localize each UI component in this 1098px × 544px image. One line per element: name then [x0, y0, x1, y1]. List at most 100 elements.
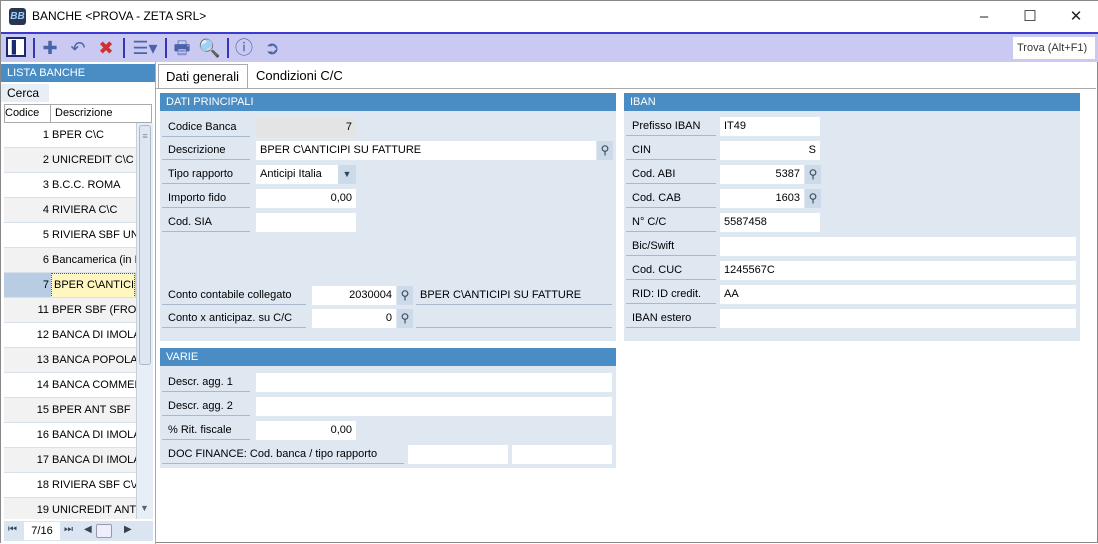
list-item[interactable]: 15 BPER ANT SBF — [4, 398, 136, 423]
conto_collegato-search-icon[interactable]: ⚲ — [397, 286, 413, 305]
rid-field[interactable]: AA — [720, 285, 1076, 304]
print-icon[interactable]: 🖶 — [171, 37, 193, 59]
delete-icon[interactable]: ✖ — [95, 37, 117, 59]
column-header-description[interactable]: Descrizione — [55, 105, 112, 122]
cod_sia-label: Cod. SIA — [162, 213, 250, 232]
list-item[interactable]: 6 Bancamerica (in I — [4, 248, 136, 273]
conto_anticipaz-description — [416, 309, 612, 328]
search-find-box[interactable]: Trova (Alt+F1) — [1013, 37, 1095, 59]
rit-field[interactable]: 0,00 — [256, 421, 356, 440]
tipo_rapporto-field[interactable]: Anticipi Italia — [256, 165, 338, 184]
list-item-description: BANCA DI IMOLA — [52, 454, 136, 466]
exit-icon[interactable]: ➲ — [261, 37, 283, 59]
agg1-field[interactable] — [256, 373, 612, 392]
list-item-code: 11 — [37, 304, 49, 316]
close-window-button[interactable]: ✕ — [1053, 1, 1098, 32]
list-item[interactable]: 3 B.C.C. ROMA — [4, 173, 136, 198]
abi-field[interactable]: 5387 — [720, 165, 804, 184]
separator — [227, 38, 229, 58]
list-item-code: 18 — [36, 479, 49, 491]
conto_anticipaz-label: Conto x anticipaz. su C/C — [162, 309, 306, 328]
list-item-description: BPER C\ANTICIP — [51, 273, 135, 297]
cc-label: N° C/C — [626, 213, 716, 232]
list-item[interactable]: 7 BPER C\ANTICIP — [4, 273, 136, 298]
menu-dropdown-icon[interactable]: ☰▾ — [129, 37, 161, 59]
bic-field[interactable] — [720, 237, 1076, 256]
cc-field[interactable]: 5587458 — [720, 213, 820, 232]
varie-header: VARIE — [160, 348, 616, 366]
importo_fido-field[interactable]: 0,00 — [256, 189, 356, 208]
list-item[interactable]: 1 BPER C\C — [4, 123, 136, 148]
add-icon[interactable]: ✚ — [39, 37, 61, 59]
list-item-code: 6 — [42, 254, 49, 266]
agg2-label: Descr. agg. 2 — [162, 397, 250, 416]
scroll-right-icon[interactable]: ▶ — [124, 524, 132, 535]
first-page-icon[interactable]: ⏮ — [8, 524, 17, 535]
conto_collegato-description: BPER C\ANTICIPI SU FATTURE — [416, 286, 612, 305]
list-column-headers: Codice Descrizione — [4, 104, 152, 123]
descrizione-search-icon[interactable]: ⚲ — [597, 141, 613, 160]
page-indicator[interactable]: 7/16 — [24, 522, 60, 540]
agg2-field[interactable] — [256, 397, 612, 416]
list-item[interactable]: 17 BANCA DI IMOLA — [4, 448, 136, 473]
scroll-left-icon[interactable]: ◀ — [84, 524, 92, 535]
search-input[interactable] — [49, 84, 153, 102]
docfin-label: DOC FINANCE: Cod. banca / tipo rapporto — [162, 445, 404, 464]
undo-icon[interactable]: ↶ — [67, 37, 89, 59]
docfin-field-2[interactable] — [512, 445, 612, 464]
cuc-field[interactable]: 1245567C — [720, 261, 1076, 280]
varie-panel: VARIE Descr. agg. 1 Descr. agg. 2 % Rit. f… — [160, 348, 616, 468]
cab-search-icon[interactable]: ⚲ — [805, 189, 821, 208]
list-item[interactable]: 13BANCA POPOLAR — [4, 348, 136, 373]
list-item[interactable]: 11 BPER SBF (FRON — [4, 298, 136, 323]
dati-principali-panel: DATI PRINCIPALI Codice Banca 7 Descrizione… — [160, 93, 616, 341]
maximize-button[interactable]: ☐ — [1007, 1, 1053, 32]
list-item[interactable]: 2 UNICREDIT C\C — [4, 148, 136, 173]
abi-search-icon[interactable]: ⚲ — [805, 165, 821, 184]
estero-field[interactable] — [720, 309, 1076, 328]
list-item-description: BPER SBF (FRON — [52, 304, 136, 316]
list-item-description: BPER ANT SBF — [52, 404, 131, 416]
scroll-down-icon[interactable]: ▼ — [140, 503, 149, 513]
last-page-icon[interactable]: ⏭ — [64, 524, 73, 535]
conto_collegato-field[interactable]: 2030004 — [312, 286, 396, 305]
toolbar: ▌ ✚ ↶ ✖ ☰▾ 🖶 🔍 ⓘ ➲ Trova (Alt+F1) — [1, 32, 1098, 62]
descrizione-field[interactable]: BPER C\ANTICIPI SU FATTURE — [256, 141, 596, 160]
cin-field[interactable]: S — [720, 141, 820, 160]
list-item[interactable]: 4 RIVIERA C\C — [4, 198, 136, 223]
conto_anticipaz-search-icon[interactable]: ⚲ — [397, 309, 413, 328]
panel-toggle-icon[interactable]: ▌ — [6, 37, 26, 57]
list-item[interactable]: 12 BANCA DI IMOLA — [4, 323, 136, 348]
column-header-code[interactable]: Codice — [5, 105, 51, 122]
list-item-description: UNICREDIT C\C — [52, 154, 134, 166]
cod_sia-field[interactable] — [256, 213, 356, 232]
conto_anticipaz-field[interactable]: 0 — [312, 309, 396, 328]
separator — [33, 38, 35, 58]
prefisso-field[interactable]: IT49 — [720, 117, 820, 136]
list-item-code: 7 — [42, 279, 49, 291]
minimize-button[interactable]: – — [961, 1, 1007, 32]
scrollbar-thumb[interactable]: ≡ — [139, 125, 151, 365]
list-item[interactable]: 5 RIVIERA SBF UNI — [4, 223, 136, 248]
help-icon[interactable]: ⓘ — [233, 37, 255, 59]
cab-field[interactable]: 1603 — [720, 189, 804, 208]
tab-condizioni-cc[interactable]: Condizioni C/C — [249, 64, 350, 89]
list-item[interactable]: 18 RIVIERA SBF C\A — [4, 473, 136, 498]
docfin-field[interactable] — [408, 445, 508, 464]
print-preview-icon[interactable]: 🔍 — [198, 37, 220, 59]
list-scrollbar[interactable]: ≡ ▼ — [136, 123, 153, 519]
list-item-code: 16 — [36, 429, 49, 441]
estero-label: IBAN estero — [626, 309, 716, 328]
list-item-code: 1 — [42, 129, 49, 141]
list-item-code: 12 — [36, 329, 49, 341]
list-item-description: BANCA POPOLAR — [52, 354, 136, 366]
list-item[interactable]: 16 BANCA DI IMOLA — [4, 423, 136, 448]
list-item[interactable]: 14 BANCA COMMER — [4, 373, 136, 398]
tipo_rapporto-dropdown-icon[interactable]: ▼ — [338, 165, 356, 184]
tab-dati-generali[interactable]: Dati generali — [158, 64, 248, 90]
horizontal-scroll-thumb[interactable] — [96, 524, 112, 538]
separator — [123, 38, 125, 58]
title-bar: BB BANCHE <PROVA - ZETA SRL> – ☐ ✕ — [1, 1, 1098, 32]
list-item-code: 2 — [42, 154, 49, 166]
list-item[interactable]: 19 UNICREDIT ANTI — [4, 498, 136, 519]
